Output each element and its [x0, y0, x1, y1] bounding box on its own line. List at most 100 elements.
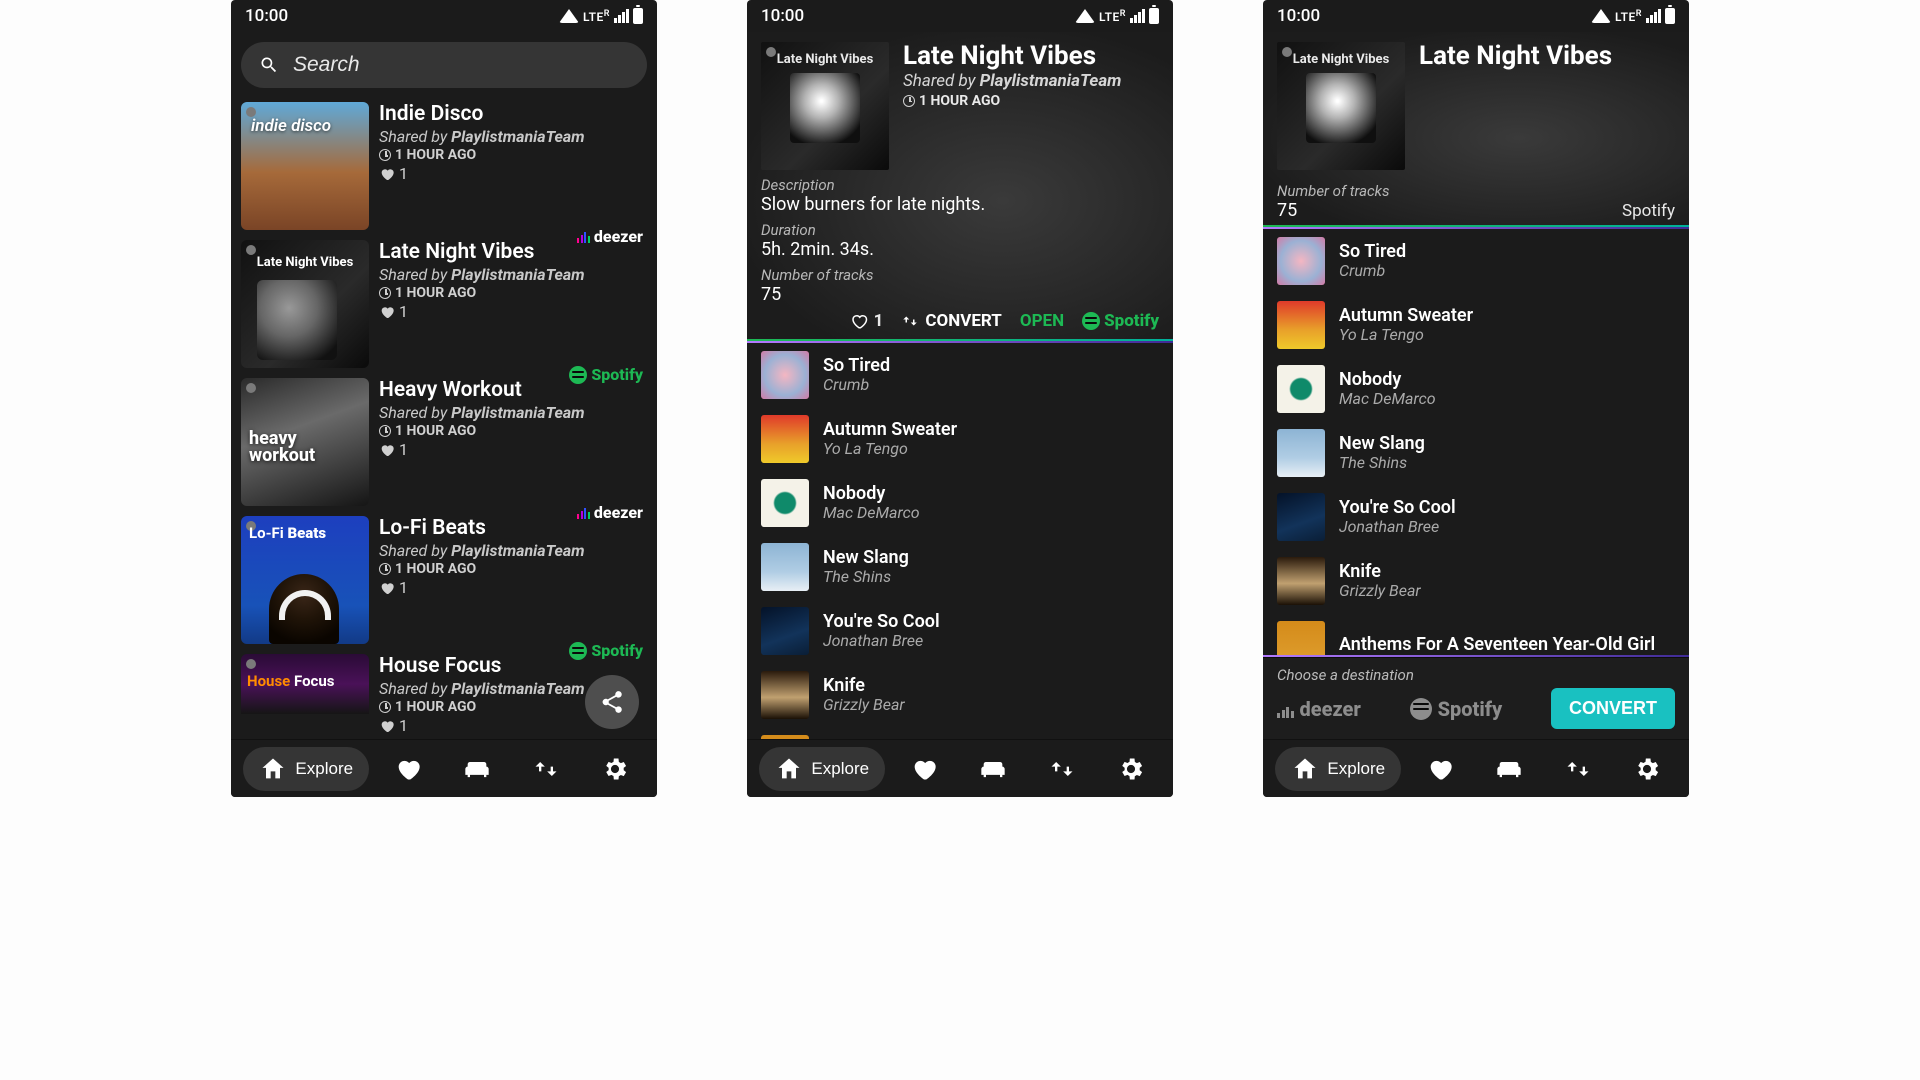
track-row[interactable]: Anthems For A Seventeen Year-Old Girl: [747, 727, 1173, 739]
open-button[interactable]: OPEN: [1020, 311, 1064, 331]
nav-favorites[interactable]: [894, 747, 954, 791]
track-artist: Grizzly Bear: [1339, 581, 1675, 600]
search-input[interactable]: [293, 53, 629, 77]
track-row[interactable]: So Tired Crumb: [1263, 229, 1689, 293]
search-bar[interactable]: [241, 42, 647, 88]
track-row[interactable]: New Slang The Shins: [747, 535, 1173, 599]
track-row[interactable]: New Slang The Shins: [1263, 421, 1689, 485]
clock-icon: [379, 425, 391, 437]
status-time: 10:00: [245, 6, 288, 26]
track-row[interactable]: You're So Cool Jonathan Bree: [1263, 485, 1689, 549]
nav-library[interactable]: [1479, 747, 1539, 791]
heart-icon: [379, 304, 395, 320]
track-artist: Jonathan Bree: [1339, 517, 1675, 536]
playlist-shared-by: Shared by PlaylistmaniaTeam: [379, 403, 647, 422]
nav-explore[interactable]: Explore: [759, 747, 885, 791]
convert-button[interactable]: CONVERT: [1551, 688, 1675, 729]
heart-outline-icon: [850, 312, 868, 330]
playlist-title: Late Night Vibes: [903, 42, 1159, 71]
convert-button[interactable]: CONVERT: [901, 311, 1001, 331]
track-row[interactable]: You're So Cool Jonathan Bree: [747, 599, 1173, 663]
nav-convert[interactable]: [516, 747, 576, 791]
transfer-icon: [901, 312, 919, 330]
share-fab[interactable]: [585, 675, 639, 729]
track-row[interactable]: Knife Grizzly Bear: [1263, 549, 1689, 613]
track-art: [1277, 365, 1325, 413]
track-art: [761, 671, 809, 719]
ntracks-label: Number of tracks: [1277, 182, 1390, 200]
clock-icon: [903, 95, 915, 107]
phone-playlist-convert: 10:00 LTER Late Night Vibes Late Night V…: [1263, 0, 1689, 797]
nav-convert[interactable]: [1548, 747, 1608, 791]
playlist-header: Late Night Vibes Late Night Vibes Shared…: [747, 32, 1173, 339]
gear-icon: [1633, 755, 1661, 783]
playlist-card[interactable]: Lo-Fi Beats Lo-Fi Beats Shared by Playli…: [231, 516, 657, 654]
track-title: Anthems For A Seventeen Year-Old Girl: [1339, 635, 1675, 655]
track-art: [1277, 429, 1325, 477]
playlist-title: Indie Disco: [379, 102, 647, 126]
description-label: Description: [761, 176, 1159, 194]
track-title: Autumn Sweater: [1339, 306, 1675, 326]
share-icon: [599, 689, 625, 715]
destination-deezer[interactable]: deezer: [1277, 697, 1361, 721]
nav-library[interactable]: [447, 747, 507, 791]
track-title: Autumn Sweater: [823, 420, 1159, 440]
status-bar: 10:00 LTER: [231, 0, 657, 32]
track-artist: Jonathan Bree: [823, 631, 1159, 650]
track-row[interactable]: Nobody Mac DeMarco: [747, 471, 1173, 535]
destination-spotify[interactable]: Spotify: [1410, 697, 1503, 721]
track-row[interactable]: Knife Grizzly Bear: [747, 663, 1173, 727]
bottom-nav: Explore: [231, 739, 657, 797]
playlist-card[interactable]: heavyworkout Heavy Workout Shared by Pla…: [231, 378, 657, 516]
track-list[interactable]: So Tired Crumb Autumn Sweater Yo La Teng…: [1263, 229, 1689, 655]
playlist-card[interactable]: indie disco Indie Disco Shared by Playli…: [231, 92, 657, 240]
battery-icon: [1149, 8, 1159, 24]
playlist-likes: 1: [379, 578, 647, 597]
track-row[interactable]: Anthems For A Seventeen Year-Old Girl: [1263, 613, 1689, 655]
playlist-likes: 1: [379, 302, 647, 321]
track-artist: Mac DeMarco: [823, 503, 1159, 522]
like-button[interactable]: 1: [850, 311, 884, 331]
clock-icon: [379, 563, 391, 575]
gear-icon: [601, 755, 629, 783]
clock-icon: [379, 149, 391, 161]
track-artist: Yo La Tengo: [1339, 325, 1675, 344]
signal-icon: [614, 9, 629, 23]
nav-settings[interactable]: [1101, 747, 1161, 791]
nav-library[interactable]: [963, 747, 1023, 791]
nav-convert[interactable]: [1032, 747, 1092, 791]
nav-explore[interactable]: Explore: [1275, 747, 1401, 791]
playlist-art: heavyworkout: [241, 378, 369, 506]
home-icon: [259, 755, 287, 783]
playlist-art: Late Night Vibes: [241, 240, 369, 368]
network-label: LTER: [583, 9, 610, 24]
status-bar: 10:00 LTER: [747, 0, 1173, 32]
battery-icon: [1665, 8, 1675, 24]
destination-bar: Choose a destination deezer Spotify CONV…: [1263, 657, 1689, 739]
nav-settings[interactable]: [585, 747, 645, 791]
nav-explore[interactable]: Explore: [243, 747, 369, 791]
couch-icon: [1495, 755, 1523, 783]
status-time: 10:00: [1277, 6, 1320, 26]
track-artist: Mac DeMarco: [1339, 389, 1675, 408]
heart-icon: [379, 580, 395, 596]
track-list[interactable]: So Tired Crumb Autumn Sweater Yo La Teng…: [747, 343, 1173, 739]
track-row[interactable]: So Tired Crumb: [747, 343, 1173, 407]
track-row[interactable]: Nobody Mac DeMarco: [1263, 357, 1689, 421]
playlist-card[interactable]: Late Night Vibes Late Night Vibes Shared…: [231, 240, 657, 378]
transfer-icon: [532, 755, 560, 783]
track-row[interactable]: Autumn Sweater Yo La Tengo: [1263, 293, 1689, 357]
nav-settings[interactable]: [1617, 747, 1677, 791]
phone-explore: 10:00 LTER indie disco Indie Disco Share…: [231, 0, 657, 797]
bottom-nav: Explore: [747, 739, 1173, 797]
nav-favorites[interactable]: [1410, 747, 1470, 791]
track-art: [761, 607, 809, 655]
transfer-icon: [1564, 755, 1592, 783]
status-right: LTER: [559, 8, 643, 24]
track-row[interactable]: Autumn Sweater Yo La Tengo: [747, 407, 1173, 471]
nav-favorites[interactable]: [378, 747, 438, 791]
search-icon: [259, 55, 279, 75]
destination-label: Choose a destination: [1277, 666, 1675, 684]
track-title: Nobody: [1339, 370, 1675, 390]
track-art: [1277, 493, 1325, 541]
